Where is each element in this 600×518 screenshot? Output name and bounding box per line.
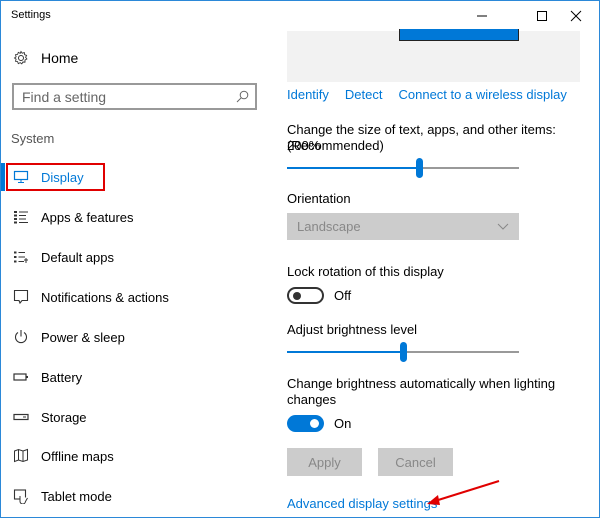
sidebar-item-storage[interactable]: Storage: [13, 406, 87, 428]
search-icon[interactable]: [236, 90, 249, 103]
brightness-label: Adjust brightness level: [287, 322, 418, 337]
maximize-icon: [537, 11, 547, 21]
monitor-1-preview[interactable]: [399, 29, 519, 41]
auto-brightness-row: On: [287, 415, 351, 432]
orientation-dropdown[interactable]: Landscape: [287, 213, 519, 240]
close-icon: [570, 10, 582, 22]
sidebar-item-notifications[interactable]: Notifications & actions: [13, 286, 169, 308]
sidebar: Home System Display Apps & features Defa…: [1, 31, 271, 517]
list-icon: [14, 211, 28, 224]
minimize-button[interactable]: [459, 1, 505, 31]
advanced-display-settings-link[interactable]: Advanced display settings: [287, 496, 437, 512]
scale-label-recommended: (Recommended): [287, 138, 384, 153]
sidebar-item-label: Apps & features: [41, 209, 134, 225]
identify-link[interactable]: Identify: [287, 87, 329, 102]
slider-thumb[interactable]: [416, 158, 424, 178]
orientation-label: Orientation: [287, 191, 351, 206]
sidebar-item-default-apps[interactable]: Default apps: [13, 246, 114, 268]
slider-fill: [287, 351, 403, 353]
tablet-icon: [13, 489, 28, 504]
map-icon: [14, 448, 28, 463]
sidebar-item-power-sleep[interactable]: Power & sleep: [13, 326, 125, 348]
sidebar-item-label: Power & sleep: [41, 329, 125, 345]
chevron-down-icon: [497, 223, 509, 230]
sidebar-item-label: Tablet mode: [41, 488, 112, 504]
lock-rotation-toggle[interactable]: [287, 287, 324, 304]
sidebar-item-label: Storage: [41, 409, 87, 425]
sidebar-item-offline-maps[interactable]: Offline maps: [13, 445, 114, 467]
lock-rotation-label: Lock rotation of this display: [287, 264, 444, 279]
brightness-slider[interactable]: [287, 342, 519, 362]
sidebar-item-label: Default apps: [41, 249, 114, 265]
notification-icon: [13, 289, 29, 305]
sidebar-item-label: Notifications & actions: [41, 289, 169, 305]
home-label: Home: [41, 50, 79, 66]
search-input[interactable]: [22, 88, 236, 105]
detect-link[interactable]: Detect: [345, 87, 383, 102]
wireless-display-link[interactable]: Connect to a wireless display: [399, 87, 567, 102]
storage-icon: [13, 413, 29, 421]
auto-brightness-toggle[interactable]: [287, 415, 324, 432]
display-actions: Identify Detect Connect to a wireless di…: [287, 87, 567, 102]
sidebar-item-display[interactable]: Display: [13, 166, 84, 188]
active-indicator: [1, 163, 5, 191]
home-link[interactable]: Home: [13, 47, 78, 69]
sidebar-item-label: Display: [41, 169, 84, 185]
close-button[interactable]: [553, 1, 599, 31]
minimize-icon: [477, 15, 487, 17]
gear-icon: [13, 50, 28, 65]
settings-window: Settings Home System: [0, 0, 600, 518]
power-icon: [14, 330, 28, 344]
toggle-knob: [310, 419, 319, 428]
display-preview: [287, 29, 580, 82]
cancel-button[interactable]: Cancel: [378, 448, 453, 476]
slider-fill: [287, 167, 420, 169]
apply-button[interactable]: Apply: [287, 448, 362, 476]
auto-brightness-state: On: [334, 416, 352, 431]
monitor-icon: [13, 170, 29, 183]
title-bar: Settings: [1, 1, 599, 31]
sidebar-item-label: Battery: [41, 369, 83, 385]
default-apps-icon: [14, 251, 28, 263]
sidebar-item-battery[interactable]: Battery: [13, 366, 82, 388]
lock-rotation-row: Off: [287, 287, 351, 304]
sidebar-item-apps-features[interactable]: Apps & features: [13, 206, 134, 228]
search-box[interactable]: [12, 83, 257, 110]
section-label-system: System: [11, 131, 55, 146]
sidebar-item-label: Offline maps: [41, 448, 114, 464]
window-title: Settings: [11, 9, 51, 21]
sidebar-item-tablet-mode[interactable]: Tablet mode: [13, 485, 112, 507]
auto-brightness-label-cont: changes: [287, 392, 337, 407]
slider-thumb[interactable]: [400, 342, 407, 362]
scale-slider[interactable]: [287, 158, 519, 178]
auto-brightness-label: Change brightness automatically when lig…: [287, 376, 556, 391]
toggle-knob: [293, 292, 301, 300]
lock-rotation-state: Off: [334, 288, 352, 303]
orientation-value: Landscape: [297, 219, 361, 234]
annotation-arrow-icon: [427, 480, 500, 505]
battery-icon: [13, 373, 28, 381]
